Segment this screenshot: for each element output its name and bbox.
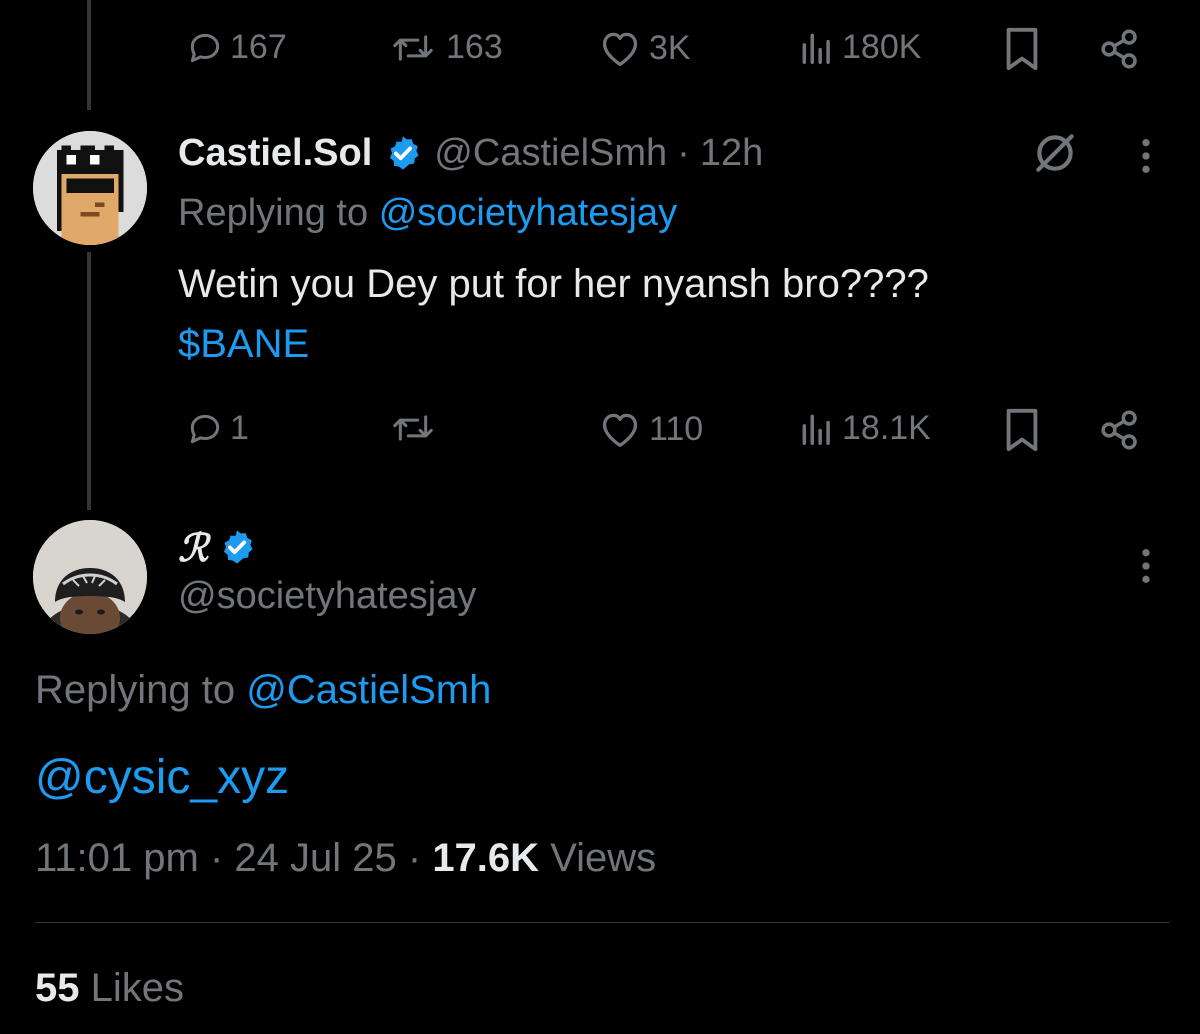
- share-button[interactable]: [1098, 408, 1142, 452]
- pixel-avatar-image: [33, 131, 147, 245]
- views-count: 180K: [842, 28, 922, 66]
- grok-button[interactable]: [1030, 128, 1080, 178]
- like-icon: [602, 32, 638, 66]
- reply-button[interactable]: 1: [186, 409, 249, 448]
- display-name[interactable]: Castiel.Sol: [178, 132, 372, 175]
- tweet-date[interactable]: 24 Jul 25: [234, 836, 396, 880]
- share-icon: [1101, 29, 1137, 69]
- views-button[interactable]: 18.1K: [798, 409, 931, 448]
- meta-separator: ·: [209, 836, 224, 880]
- reply1-text: Wetin you Dey put for her nyansh bro????: [178, 262, 929, 306]
- reply-icon: [190, 33, 220, 62]
- avatar-societyhatesjay[interactable]: [33, 520, 147, 634]
- bookmark-icon: [1006, 27, 1038, 71]
- views-icon: [802, 33, 830, 64]
- views-label: Views: [550, 836, 657, 880]
- verified-icon: [390, 136, 419, 170]
- views-icon: [802, 414, 830, 445]
- retweet-button[interactable]: [386, 409, 446, 447]
- handle[interactable]: @societyhatesjay: [178, 575, 476, 618]
- tweet-time[interactable]: 11:01 pm: [35, 836, 199, 880]
- avatar-castiel[interactable]: [33, 131, 147, 245]
- verified-icon: [224, 530, 253, 564]
- meta-separator: ·: [407, 836, 422, 880]
- reply-icon: [190, 414, 220, 443]
- more-icon: [1142, 139, 1150, 173]
- bookmark-icon: [1006, 408, 1038, 452]
- views-count: 18.1K: [842, 409, 931, 447]
- share-icon: [1101, 410, 1137, 450]
- reply-count: 1: [230, 409, 249, 447]
- thread-line-top: [87, 0, 91, 110]
- replying-to-line: Replying to @societyhatesjay: [178, 192, 677, 235]
- replying-prefix: Replying to: [35, 668, 236, 712]
- main-header: ℛ: [178, 522, 256, 572]
- like-icon: [602, 413, 638, 447]
- main-tweet-meta: 11:01 pm · 24 Jul 25 · 17.6K Views: [35, 836, 656, 881]
- main-tweet-mention-link[interactable]: @cysic_xyz: [35, 750, 289, 805]
- divider: [35, 922, 1170, 923]
- separator: ·: [677, 131, 690, 174]
- replying-handle-link[interactable]: @CastielSmh: [246, 668, 491, 712]
- cashtag-link[interactable]: $BANE: [178, 322, 309, 367]
- reply-button[interactable]: 167: [186, 28, 287, 67]
- timestamp[interactable]: 12h: [700, 132, 763, 175]
- replying-handle-link[interactable]: @societyhatesjay: [379, 192, 677, 234]
- retweet-count: 163: [446, 28, 503, 66]
- likes-summary-link[interactable]: 55 Likes: [35, 966, 184, 1011]
- replying-to-line: Replying to @CastielSmh: [35, 668, 491, 713]
- reply1-header: Castiel.Sol @CastielSmh · 12h: [178, 128, 763, 178]
- more-button-reply1[interactable]: [1136, 136, 1156, 176]
- share-button[interactable]: [1098, 27, 1142, 71]
- thread-line-middle: [87, 252, 91, 510]
- likes-label: Likes: [90, 966, 185, 1010]
- bookmark-button[interactable]: [1002, 26, 1042, 72]
- grok-icon: [1036, 134, 1074, 172]
- display-name[interactable]: ℛ: [178, 525, 208, 570]
- retweet-icon: [393, 415, 433, 441]
- more-button-main[interactable]: [1136, 546, 1156, 586]
- retweet-icon: [393, 34, 433, 61]
- like-button[interactable]: 110: [597, 409, 703, 449]
- bookmark-button[interactable]: [1002, 407, 1042, 453]
- views-button[interactable]: 180K: [798, 28, 921, 67]
- photo-avatar-image: [33, 520, 147, 634]
- likes-count: 55: [35, 966, 80, 1010]
- handle[interactable]: @CastielSmh: [434, 132, 667, 175]
- like-count: 110: [649, 409, 704, 448]
- more-icon: [1142, 549, 1150, 583]
- like-button[interactable]: 3K: [597, 28, 691, 68]
- replying-prefix: Replying to: [178, 192, 369, 234]
- views-count: 17.6K: [432, 836, 540, 880]
- retweet-button[interactable]: 163: [386, 28, 503, 67]
- like-count: 3K: [649, 28, 691, 67]
- reply-count: 167: [230, 28, 287, 66]
